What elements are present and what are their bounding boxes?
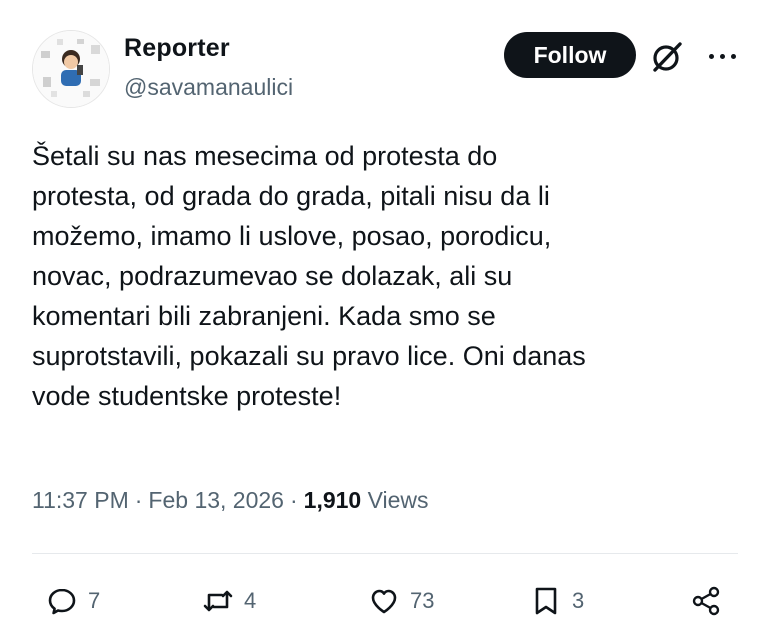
divider bbox=[32, 553, 738, 554]
like-button[interactable]: 73 bbox=[368, 583, 434, 619]
repost-button[interactable]: 4 bbox=[202, 583, 256, 619]
reply-count: 7 bbox=[88, 588, 101, 613]
reply-button[interactable]: 7 bbox=[46, 583, 100, 619]
author-name[interactable]: Reporter bbox=[124, 34, 230, 63]
heart-icon bbox=[371, 589, 397, 614]
grok-icon[interactable] bbox=[646, 36, 688, 78]
share-button[interactable] bbox=[690, 583, 722, 619]
follow-button[interactable]: Follow bbox=[504, 32, 636, 78]
share-icon bbox=[692, 586, 720, 616]
meta-separator: · bbox=[289, 487, 298, 513]
reply-icon bbox=[48, 588, 76, 615]
tweet-text: Šetali su nas mesecima od protesta do pr… bbox=[32, 141, 586, 411]
more-icon[interactable] bbox=[700, 34, 744, 78]
author-handle[interactable]: @savamanaulici bbox=[124, 74, 293, 101]
repost-icon bbox=[203, 590, 233, 612]
like-count: 73 bbox=[410, 588, 435, 613]
bookmark-button[interactable]: 3 bbox=[530, 583, 584, 619]
views-label: Views bbox=[367, 487, 429, 513]
views-count: 1,910 bbox=[303, 487, 362, 513]
tweet-meta: 11:37 PM · Feb 13, 2026 · 1,910 Views bbox=[32, 487, 429, 514]
repost-count: 4 bbox=[244, 588, 257, 613]
bookmark-icon bbox=[535, 587, 557, 615]
tweet-time[interactable]: 11:37 PM bbox=[32, 487, 129, 513]
avatar-illustration bbox=[33, 31, 109, 107]
avatar[interactable] bbox=[32, 30, 110, 108]
bookmark-count: 3 bbox=[572, 588, 585, 613]
tweet-date[interactable]: Feb 13, 2026 bbox=[148, 487, 284, 513]
meta-separator: · bbox=[134, 487, 143, 513]
